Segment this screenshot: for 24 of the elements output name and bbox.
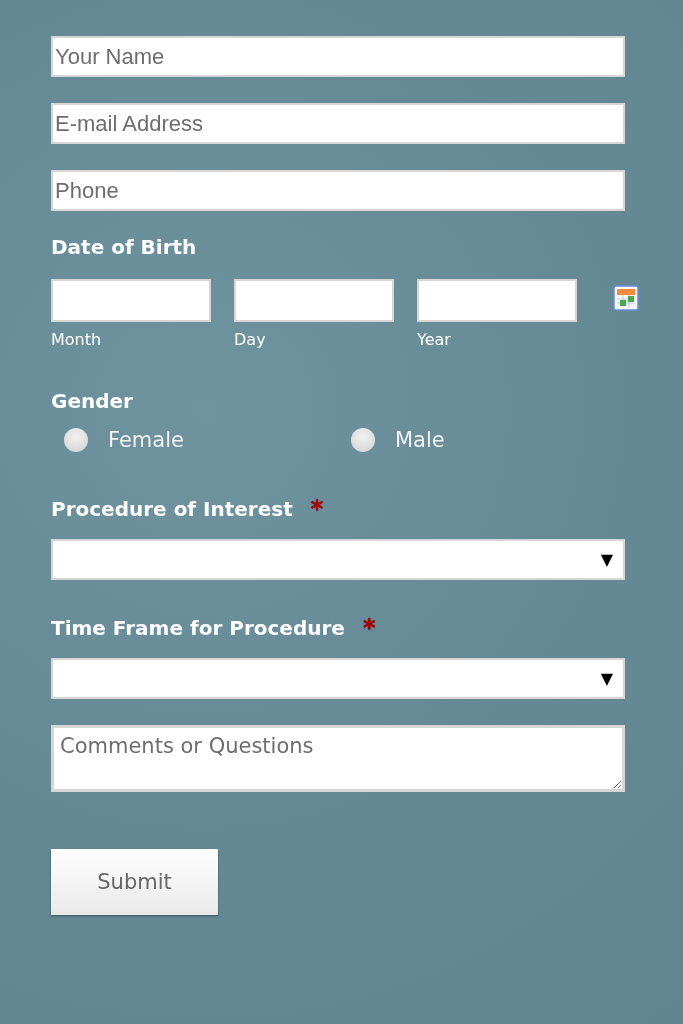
date-field[interactable] (234, 279, 394, 322)
field-caption: Day (234, 331, 267, 349)
comments-field[interactable]: Comments or Questions (51, 725, 625, 792)
date-field[interactable] (51, 279, 211, 322)
field-caption: Month (51, 331, 103, 349)
field-caption: Year (417, 331, 452, 349)
field-label: Procedure of Interest (51, 497, 293, 521)
text-field[interactable]: E-mail Address (51, 103, 625, 144)
radio-label[interactable]: Male (395, 427, 445, 453)
text-field[interactable]: Your Name (51, 36, 625, 77)
calendar-icon[interactable] (613, 285, 639, 311)
field-label: Gender (51, 389, 134, 413)
dropdown-field[interactable]: ▼ (51, 658, 625, 699)
radio-button[interactable] (64, 428, 88, 452)
field-label: Time Frame for Procedure (51, 616, 345, 640)
field-label: Date of Birth (51, 235, 198, 259)
radio-button[interactable] (351, 428, 375, 452)
dropdown-field[interactable]: ▼ (51, 539, 625, 580)
submit-button[interactable]: Submit (51, 849, 218, 915)
date-field[interactable] (417, 279, 577, 322)
required-mark: * (362, 616, 376, 640)
radio-label[interactable]: Female (108, 427, 184, 453)
text-field[interactable]: Phone (51, 170, 625, 211)
required-mark: * (310, 497, 324, 521)
